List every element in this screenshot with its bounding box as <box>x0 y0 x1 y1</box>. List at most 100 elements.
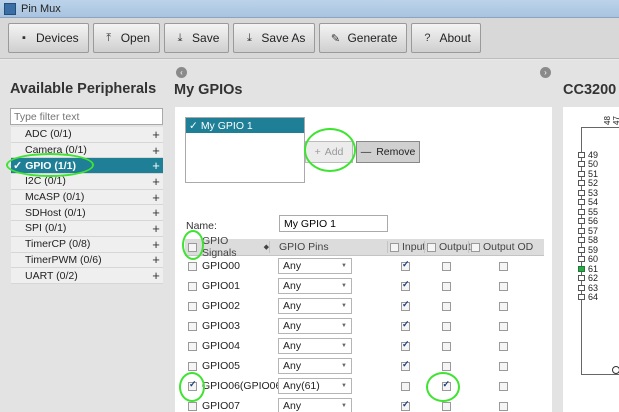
pin-select[interactable]: Any ▼ <box>278 398 352 412</box>
output-checkbox[interactable] <box>441 301 451 311</box>
peripheral-filter-input[interactable] <box>10 108 163 125</box>
pin-select[interactable]: Any ▼ <box>278 298 352 314</box>
signal-checkbox[interactable] <box>188 361 197 371</box>
chevron-right-icon[interactable]: › <box>540 67 551 78</box>
signal-checkbox[interactable] <box>188 379 197 391</box>
output-od-checkbox[interactable] <box>498 401 508 411</box>
chip-pin[interactable]: 63 <box>578 283 598 293</box>
signal-name: GPIO04 <box>202 340 240 352</box>
save-as-button[interactable]: ⤓ Save As <box>233 23 316 53</box>
output-checkbox[interactable] <box>441 261 451 271</box>
pin-select[interactable]: Any(61) ▼ <box>278 378 352 394</box>
peripheral-item-adc[interactable]: ADC (0/1) + <box>11 127 163 143</box>
add-icon[interactable]: + <box>149 158 163 173</box>
chip-pin[interactable]: 52 <box>578 178 598 188</box>
add-icon[interactable]: + <box>149 190 163 205</box>
peripheral-item-timercp[interactable]: TimerCP (0/8) + <box>11 237 163 253</box>
peripheral-item-spi[interactable]: SPI (0/1) + <box>11 221 163 237</box>
save-button[interactable]: ⤓ Save <box>164 23 230 53</box>
chip-pin[interactable]: 55 <box>578 207 598 217</box>
about-button[interactable]: ? About <box>411 23 481 53</box>
chip-pin[interactable]: 57 <box>578 226 598 236</box>
output-od-checkbox[interactable] <box>498 261 508 271</box>
add-icon[interactable]: + <box>149 268 163 283</box>
open-label: Open <box>120 31 151 45</box>
remove-button[interactable]: — Remove <box>356 141 420 163</box>
peripheral-item-sdhost[interactable]: SDHost (0/1) + <box>11 205 163 222</box>
output-od-checkbox[interactable] <box>498 301 508 311</box>
peripherals-title: Available Peripherals <box>10 81 157 97</box>
chip-pin[interactable]: 62 <box>578 273 598 283</box>
add-icon[interactable]: + <box>149 174 163 189</box>
output-od-all-checkbox[interactable] <box>471 242 480 252</box>
chip-pin[interactable]: 53 <box>578 188 598 198</box>
output-od-checkbox[interactable] <box>498 381 508 391</box>
signal-checkbox[interactable] <box>188 301 197 311</box>
output-all-checkbox[interactable] <box>427 242 436 252</box>
input-checkbox[interactable] <box>401 319 410 331</box>
name-field[interactable] <box>279 215 388 232</box>
add-button[interactable]: + Add <box>305 141 353 163</box>
output-od-checkbox[interactable] <box>498 281 508 291</box>
chip-pin[interactable]: 58 <box>578 235 598 245</box>
devices-button[interactable]: ▪ Devices <box>8 23 89 53</box>
add-icon[interactable]: + <box>149 143 163 158</box>
pin-select[interactable]: Any ▼ <box>278 318 352 334</box>
chip-pin[interactable]: 64 <box>578 292 598 302</box>
output-checkbox[interactable] <box>441 341 451 351</box>
signal-checkbox[interactable] <box>188 261 197 271</box>
toolbar: ▪ Devices ⤒ Open ⤓ Save ⤓ Save As ✎ Gene… <box>0 18 619 59</box>
chevron-left-icon[interactable]: ‹ <box>176 67 187 78</box>
output-od-checkbox[interactable] <box>498 361 508 371</box>
output-od-checkbox[interactable] <box>498 321 508 331</box>
input-checkbox[interactable] <box>401 299 410 311</box>
peripheral-item-camera[interactable]: Camera (0/1) + <box>11 143 163 159</box>
output-checkbox[interactable] <box>441 379 451 391</box>
select-all-checkbox[interactable] <box>188 242 197 252</box>
pin-select[interactable]: Any ▼ <box>278 338 352 354</box>
chip-pin[interactable]: 56 <box>578 216 598 226</box>
chip-pin[interactable]: 61 <box>578 264 598 274</box>
chip-pin[interactable]: 54 <box>578 197 598 207</box>
signal-checkbox[interactable] <box>188 321 197 331</box>
input-checkbox[interactable] <box>401 359 410 371</box>
add-icon[interactable]: + <box>149 237 163 252</box>
chip-pin[interactable]: 49 <box>578 150 598 160</box>
input-checkbox[interactable] <box>401 259 410 271</box>
output-od-checkbox[interactable] <box>498 341 508 351</box>
output-checkbox[interactable] <box>441 321 451 331</box>
peripheral-item-mcasp[interactable]: McASP (0/1) + <box>11 190 163 206</box>
add-icon[interactable]: + <box>149 252 163 267</box>
peripheral-item-gpio[interactable]: ✓ GPIO (1/1) + <box>11 158 163 175</box>
signal-checkbox[interactable] <box>188 281 197 291</box>
chip-pin[interactable]: 51 <box>578 169 598 179</box>
peripheral-item-uart[interactable]: UART (0/2) + <box>11 268 163 284</box>
chip-pin[interactable]: 50 <box>578 159 598 169</box>
output-checkbox[interactable] <box>441 361 451 371</box>
generate-button[interactable]: ✎ Generate <box>319 23 408 53</box>
pin-select[interactable]: Any ▼ <box>278 258 352 274</box>
input-checkbox[interactable] <box>401 279 410 291</box>
chip-pin[interactable]: 59 <box>578 245 598 255</box>
pin-select-value: Any <box>283 360 302 372</box>
output-checkbox[interactable] <box>441 281 451 291</box>
input-checkbox[interactable] <box>401 381 410 391</box>
pin-select[interactable]: Any ▼ <box>278 278 352 294</box>
input-all-checkbox[interactable] <box>390 242 399 252</box>
window-title: Pin Mux <box>21 2 61 15</box>
pin-select[interactable]: Any ▼ <box>278 358 352 374</box>
gpio-instance-list[interactable]: ✓ My GPIO 1 <box>185 117 305 183</box>
signal-checkbox[interactable] <box>188 341 197 351</box>
signal-checkbox[interactable] <box>188 401 197 411</box>
input-checkbox[interactable] <box>401 399 410 411</box>
peripheral-item-i2c[interactable]: I2C (0/1) + <box>11 174 163 190</box>
add-icon[interactable]: + <box>149 205 163 220</box>
output-checkbox[interactable] <box>441 401 451 411</box>
peripheral-item-timerpwm[interactable]: TimerPWM (0/6) + <box>11 252 163 269</box>
add-icon[interactable]: + <box>149 127 163 142</box>
open-button[interactable]: ⤒ Open <box>92 23 161 53</box>
add-icon[interactable]: + <box>149 221 163 236</box>
input-checkbox[interactable] <box>401 339 410 351</box>
chip-pin[interactable]: 60 <box>578 254 598 264</box>
gpio-instance-item[interactable]: ✓ My GPIO 1 <box>186 118 304 133</box>
